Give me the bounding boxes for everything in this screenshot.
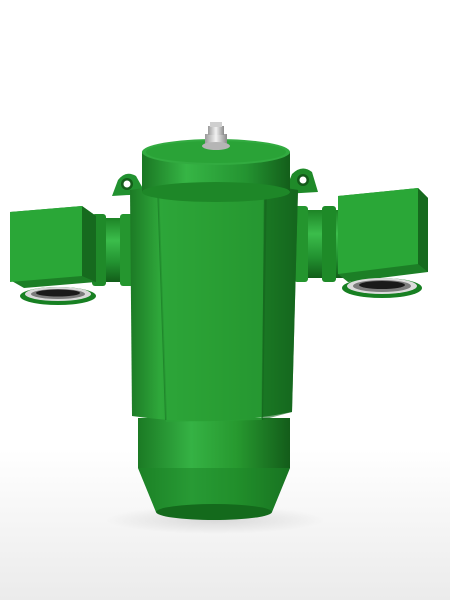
bottom-base [138,418,290,520]
main-body [130,183,298,422]
product-render-scene [0,0,450,600]
valve-illustration [0,0,450,600]
